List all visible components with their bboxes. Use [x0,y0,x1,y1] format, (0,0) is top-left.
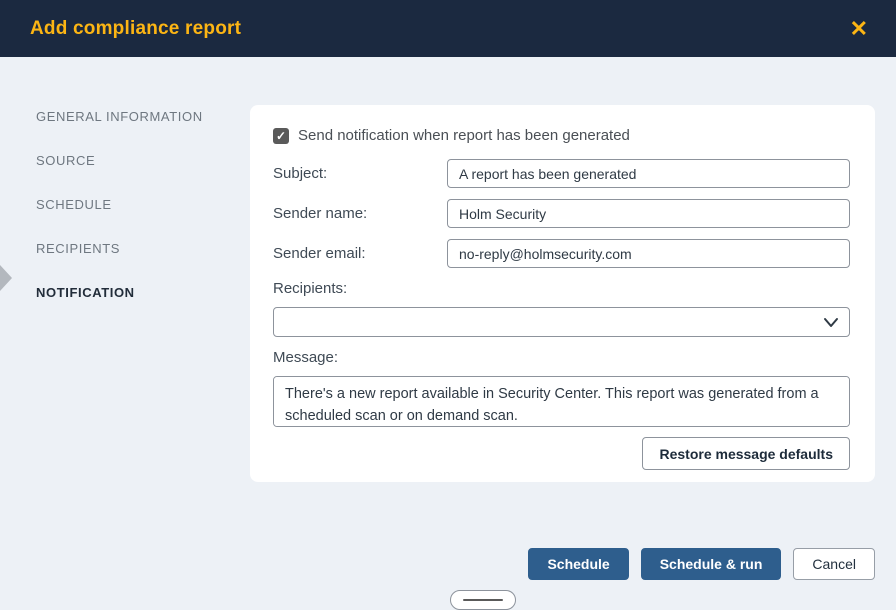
recipients-label: Recipients: [273,280,850,297]
modal-header: Add compliance report ✕ [0,0,896,57]
subject-label: Subject: [273,165,447,182]
sender-email-row: Sender email: [273,239,850,268]
sidebar-item-label: GENERAL INFORMATION [36,109,203,124]
bottom-pill-button[interactable] [450,590,516,610]
sender-email-input[interactable] [447,239,850,268]
sidebar: GENERAL INFORMATION SOURCE SCHEDULE RECI… [0,94,250,314]
send-notification-row: ✓ Send notification when report has been… [273,127,850,144]
schedule-button[interactable]: Schedule [528,548,628,580]
sender-email-label: Sender email: [273,245,447,262]
notification-form-card: ✓ Send notification when report has been… [250,105,875,482]
sidebar-item-schedule[interactable]: SCHEDULE [0,182,250,226]
modal-title: Add compliance report [30,18,241,40]
sidebar-item-recipients[interactable]: RECIPIENTS [0,226,250,270]
pill-bar-icon [463,599,503,601]
sender-name-label: Sender name: [273,205,447,222]
sidebar-item-label: SCHEDULE [36,197,112,212]
subject-input[interactable] [447,159,850,188]
chevron-down-icon [823,316,839,330]
sidebar-item-label: RECIPIENTS [36,241,120,256]
send-notification-label: Send notification when report has been g… [298,127,630,144]
message-label: Message: [273,349,850,366]
restore-row: Restore message defaults [273,437,850,470]
cancel-button[interactable]: Cancel [793,548,875,580]
sidebar-item-general-information[interactable]: GENERAL INFORMATION [0,94,250,138]
sidebar-item-source[interactable]: SOURCE [0,138,250,182]
recipients-select[interactable] [273,307,850,337]
subject-row: Subject: [273,159,850,188]
sender-name-row: Sender name: [273,199,850,228]
sidebar-item-notification[interactable]: NOTIFICATION [0,270,250,314]
footer-actions: Schedule Schedule & run Cancel [528,548,875,580]
schedule-and-run-button[interactable]: Schedule & run [641,548,782,580]
restore-message-defaults-button[interactable]: Restore message defaults [642,437,850,470]
close-icon[interactable]: ✕ [850,18,868,40]
message-textarea[interactable]: There's a new report available in Securi… [273,376,850,427]
sidebar-item-label: SOURCE [36,153,95,168]
modal-body: GENERAL INFORMATION SOURCE SCHEDULE RECI… [0,57,896,599]
sidebar-item-label: NOTIFICATION [36,285,135,300]
send-notification-checkbox[interactable]: ✓ [273,128,289,144]
sender-name-input[interactable] [447,199,850,228]
